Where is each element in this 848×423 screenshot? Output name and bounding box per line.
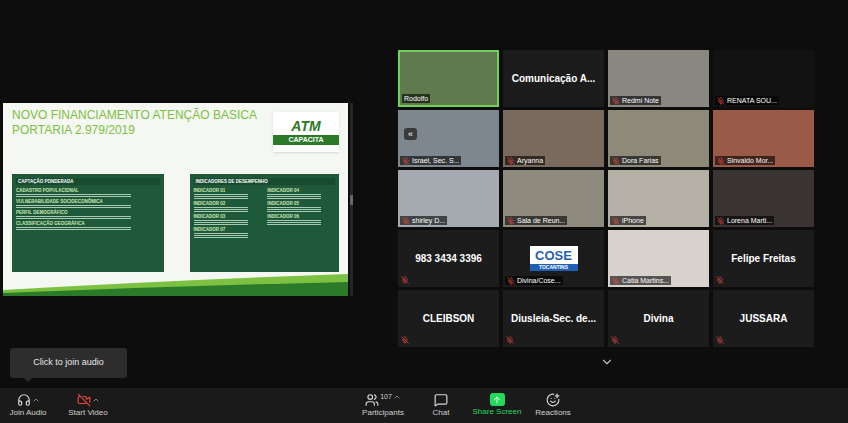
participant-name: Divina/Cose...	[505, 276, 563, 285]
participant-tile[interactable]: Sala de Reun...	[503, 170, 604, 227]
participant-tile[interactable]: Lorena Marti...	[713, 170, 814, 227]
gallery: Rodolfo Comunicação A... Redmi Note RENATA …	[398, 0, 818, 388]
participant-tile[interactable]: shirley D...	[398, 170, 499, 227]
muted-mic-icon	[402, 217, 410, 225]
text-lines	[194, 207, 262, 212]
slide-title: NOVO FINANCIAMENTO ATENÇÃO BASICAPORTARI…	[12, 108, 257, 168]
text-lines	[194, 233, 262, 238]
toolbar-button[interactable]: Chat	[421, 393, 461, 418]
reactions-icon	[546, 393, 560, 407]
share-screen-icon	[490, 393, 505, 406]
muted-mic-icon	[717, 97, 725, 105]
muted-mic-icon	[716, 336, 724, 344]
participant-tile[interactable]: Rodolfo	[398, 50, 499, 107]
participant-tile[interactable]: Diusleia-Sec. de...	[503, 290, 604, 347]
tooltip: Click to join audio	[10, 348, 127, 378]
muted-mic-icon	[506, 336, 514, 344]
muted-mic-icon	[507, 157, 515, 165]
participant-name: Dora Farias	[610, 156, 661, 165]
zoom-window: NOVO FINANCIAMENTO ATENÇÃO BASICAPORTARI…	[0, 0, 848, 423]
participant-tile[interactable]: Catia Martins...	[608, 230, 709, 287]
muted-mic-icon	[401, 276, 409, 284]
splitter[interactable]	[348, 0, 398, 388]
participant-tile[interactable]: Divina	[608, 290, 709, 347]
muted-mic-icon	[401, 336, 409, 344]
participant-name: Sala de Reun...	[505, 216, 567, 225]
participant-name: Israel, Sec. S...	[400, 156, 461, 165]
shared-screen: NOVO FINANCIAMENTO ATENÇÃO BASICAPORTARI…	[0, 0, 348, 388]
toolbar-button[interactable]: 107Participants	[354, 393, 412, 418]
muted-mic-icon	[612, 277, 620, 285]
participant-name: iPhone	[610, 216, 646, 225]
text-lines	[16, 205, 160, 208]
text-lines	[267, 194, 335, 199]
muted-mic-icon	[612, 157, 620, 165]
participant-tile[interactable]: Dora Farias	[608, 110, 709, 167]
caret-icon[interactable]	[92, 396, 100, 404]
text-lines	[194, 194, 262, 199]
caret-icon[interactable]	[393, 393, 401, 401]
participant-name: Sinvaldo Mor...	[715, 156, 775, 165]
toolbar-button[interactable]: Reactions	[528, 393, 578, 418]
participant-tile[interactable]: RENATA SOU...	[713, 50, 814, 107]
participants-icon	[365, 393, 379, 407]
participant-tile[interactable]: 983 3434 3396	[398, 230, 499, 287]
participant-tile[interactable]: Aryanna	[503, 110, 604, 167]
atm-logo: ATMCAPACITA	[273, 112, 339, 152]
slide-panel: CAPTAÇÃO PONDERADACADASTRO POPULACIONALV…	[12, 174, 164, 272]
muted-mic-icon	[612, 217, 620, 225]
toolbar-button[interactable]: Share Screen	[466, 393, 528, 418]
toolbar: Join Audio Start Video 107Participants Chat…	[0, 388, 848, 423]
muted-mic-icon	[507, 217, 515, 225]
text-lines	[16, 216, 160, 219]
participant-name: Lorena Marti...	[715, 216, 774, 225]
participant-tile[interactable]: Comunicação A...	[503, 50, 604, 107]
cose-logo: COSETOCANTINS	[530, 246, 578, 271]
muted-mic-icon	[717, 217, 725, 225]
participant-tile[interactable]: iPhone	[608, 170, 709, 227]
chat-icon	[434, 393, 448, 407]
toolbar-button[interactable]: Join Audio	[4, 393, 52, 418]
muted-mic-icon	[402, 157, 410, 165]
participant-tile[interactable]: COSETOCANTINS Divina/Cose...	[503, 230, 604, 287]
participant-tile[interactable]: JUSSARA	[713, 290, 814, 347]
text-lines	[194, 220, 262, 225]
participant-tile[interactable]: CLEIBSON	[398, 290, 499, 347]
main-area: NOVO FINANCIAMENTO ATENÇÃO BASICAPORTARI…	[0, 0, 848, 388]
toolbar-button[interactable]: Start Video	[60, 393, 116, 418]
participant-name: Aryanna	[505, 156, 545, 165]
next-page-icon[interactable]	[600, 355, 614, 369]
participant-name: shirley D...	[400, 216, 447, 225]
collapse-button[interactable]: «	[404, 128, 417, 140]
slide-panel: INDICADORES DE DESEMPENHOINDICADOR 01IND…	[190, 174, 340, 272]
participant-tile[interactable]: Sinvaldo Mor...	[713, 110, 814, 167]
slide: NOVO FINANCIAMENTO ATENÇÃO BASICAPORTARI…	[3, 103, 348, 296]
participant-count: 107	[380, 393, 392, 401]
participant-name: Rodolfo	[402, 94, 430, 103]
muted-mic-icon	[507, 277, 515, 285]
video-off-icon	[77, 393, 91, 407]
muted-mic-icon	[611, 336, 619, 344]
text-lines	[267, 220, 335, 225]
muted-mic-icon	[716, 276, 724, 284]
text-lines	[16, 194, 160, 197]
caret-icon[interactable]	[32, 396, 40, 404]
participant-name: Catia Martins...	[610, 276, 671, 285]
participant-name: Redmi Note	[610, 96, 661, 105]
muted-mic-icon	[717, 157, 725, 165]
participant-name: RENATA SOU...	[715, 96, 779, 105]
headphones-icon	[17, 393, 31, 407]
participant-tile[interactable]: Redmi Note	[608, 50, 709, 107]
participant-tile[interactable]: Felipe Freitas	[713, 230, 814, 287]
text-lines	[16, 227, 160, 230]
text-lines	[267, 207, 335, 212]
slide-swoosh-icon	[3, 272, 348, 296]
muted-mic-icon	[612, 97, 620, 105]
